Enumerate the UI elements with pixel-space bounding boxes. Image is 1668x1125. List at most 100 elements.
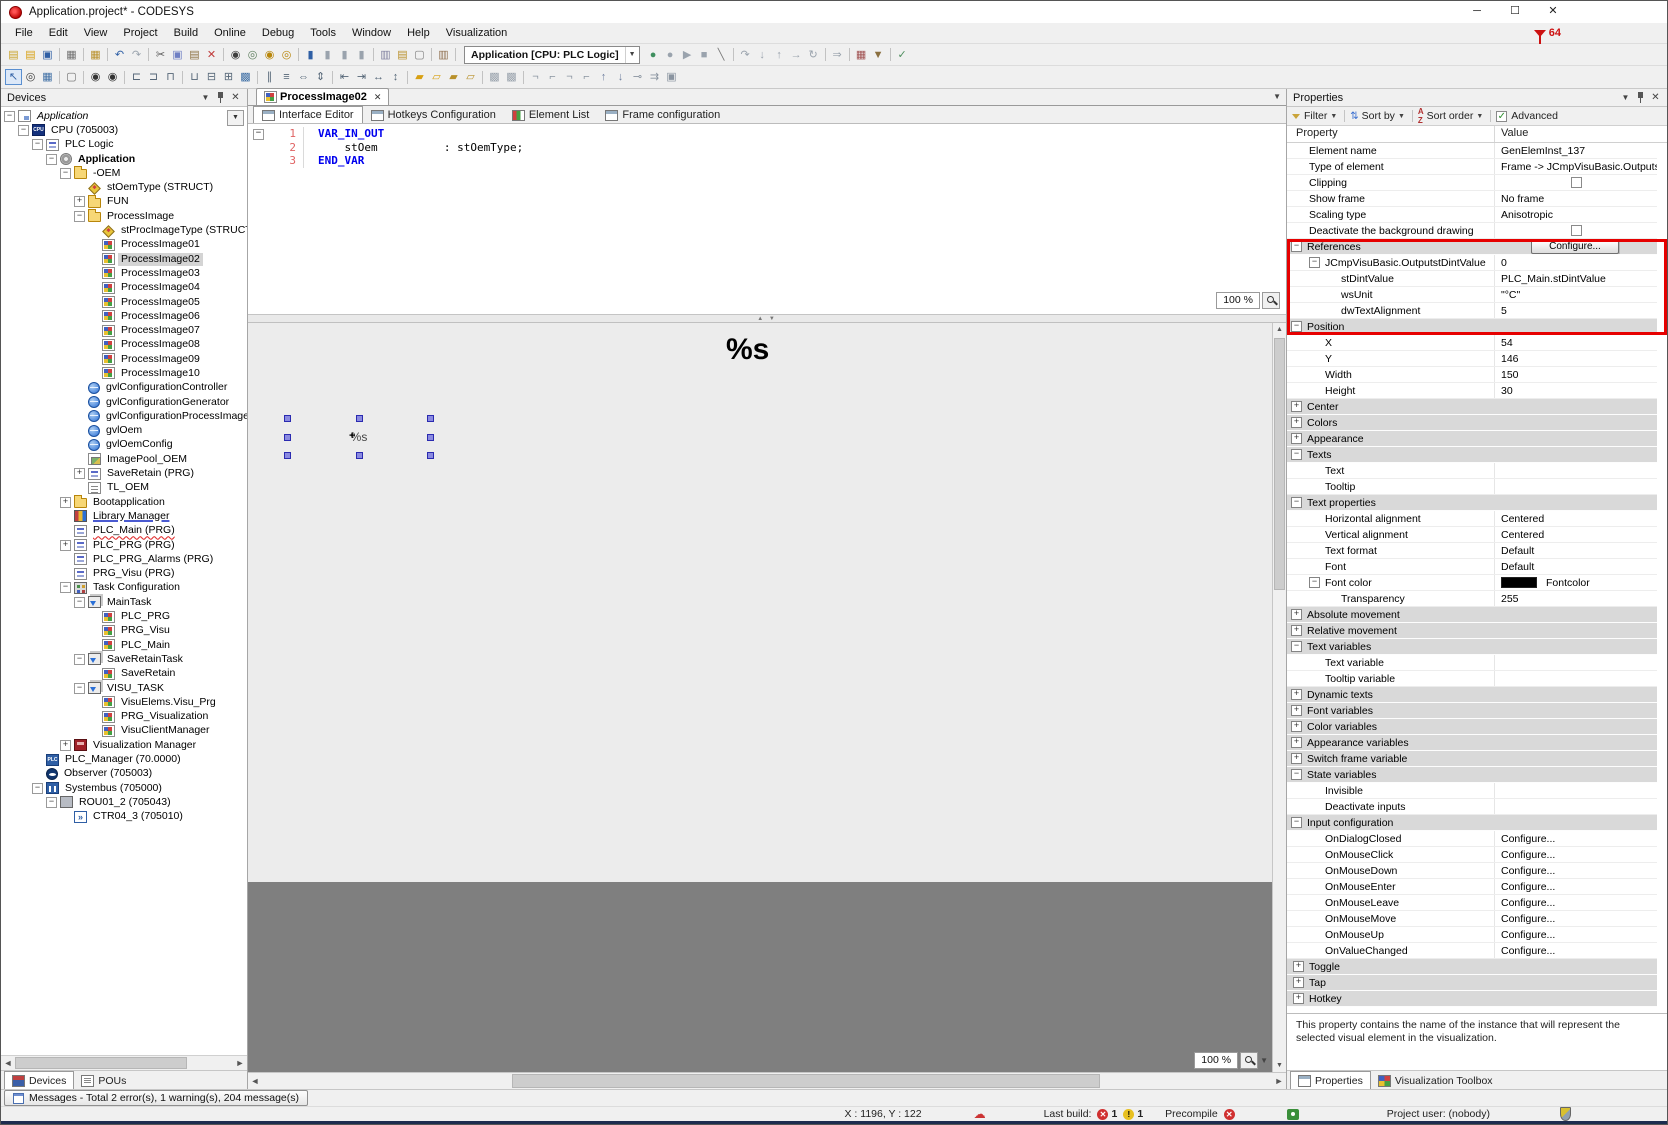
property-value-cell[interactable]: Configure... [1495,927,1657,942]
bookmark-next-icon[interactable]: ▮ [336,47,353,63]
resize-handle-middle-left[interactable] [284,434,291,441]
bookmark-prev-icon[interactable]: ▮ [319,47,336,63]
tree-item-gvloemconfig[interactable]: gvlOemConfig [1,438,247,452]
devices-horizontal-scrollbar[interactable]: ◄ ► [1,1055,247,1070]
property-value-cell[interactable] [1495,639,1657,654]
property-value-cell[interactable] [1495,607,1657,622]
property-row-transparency[interactable]: Transparency255 [1287,591,1657,607]
element-table-icon[interactable]: ▦ [39,69,56,85]
property-value-cell[interactable] [1495,975,1657,990]
code-fold-toggle[interactable]: − [253,129,264,140]
expand-toggle-icon[interactable]: + [1291,625,1302,636]
tree-item-processimage05[interactable]: ProcessImage05 [1,295,247,309]
property-row-width[interactable]: Width150 [1287,367,1657,383]
size-height-icon[interactable]: ↕ [387,69,404,85]
tree-item-imagepool-oem[interactable]: ImagePool_OEM [1,452,247,466]
property-row-y[interactable]: Y146 [1287,351,1657,367]
filter-funnel-icon[interactable] [1534,30,1546,37]
print-icon[interactable]: ▦ [63,47,80,63]
align-middle-icon[interactable]: ⊞ [220,69,237,85]
step-over-icon[interactable]: ↷ [737,47,754,63]
scroll-up-icon[interactable]: ▲ [1273,323,1286,336]
expand-toggle-icon[interactable]: − [74,597,85,608]
filter-button[interactable]: Filter ▼ [1292,110,1337,122]
flow-control-icon[interactable]: ⇒ [829,47,846,63]
menu-help[interactable]: Help [399,23,438,43]
property-value-cell[interactable]: 146 [1495,351,1657,366]
chevron-down-icon[interactable]: ▼ [625,47,639,63]
tree-item-oem[interactable]: −-OEM [1,166,247,180]
checkbox-unchecked[interactable] [1571,225,1582,236]
tab-hotkeys-configuration[interactable]: Hotkeys Configuration [363,107,504,123]
expand-toggle-icon[interactable]: + [74,468,85,479]
property-row-onmouseup[interactable]: OnMouseUpConfigure... [1287,927,1657,943]
tree-item-gvlconfigurationprocessimage[interactable]: gvlConfigurationProcessImage [1,409,247,423]
scroll-down-icon[interactable]: ▼ [1273,1059,1286,1072]
property-row-wsunit[interactable]: wsUnit"°C" [1287,287,1657,303]
property-row-switch-frame-variable[interactable]: +Switch frame variable [1287,751,1657,767]
magnifier-icon[interactable] [1240,1052,1258,1069]
property-row-center[interactable]: +Center [1287,399,1657,415]
property-row-input-configuration[interactable]: −Input configuration [1287,815,1657,831]
align-left-icon[interactable]: ⊏ [128,69,145,85]
close-button[interactable]: ✕ [1534,1,1572,23]
tree-item-ctr04-3-705010[interactable]: CTR04_3 (705010) [1,810,247,824]
menu-tools[interactable]: Tools [302,23,344,43]
expand-toggle-icon[interactable]: + [1291,401,1302,412]
expand-toggle-icon[interactable]: − [74,211,85,222]
property-row-position[interactable]: −Position [1287,319,1657,335]
property-row-jcmpvisubasic-outputstdintvalue[interactable]: −JCmpVisuBasic.OutputstDintValue0 [1287,255,1657,271]
save-icon[interactable]: ▣ [39,47,56,63]
property-value-cell[interactable]: PLC_Main.stDintValue [1495,271,1657,286]
tree-item-gvlconfigurationcontroller[interactable]: gvlConfigurationController [1,381,247,395]
align-top-icon[interactable]: ⊓ [162,69,179,85]
distribute-vertical-icon[interactable]: ≡ [278,69,295,85]
interface-editor[interactable]: − 1VAR_IN_OUT2 stOem : stOemType;3END_VA… [248,124,1286,315]
scroll-right-icon[interactable]: ► [233,1057,247,1070]
tree-item-application[interactable]: −Application [1,109,247,123]
checkbox-unchecked[interactable] [1571,177,1582,188]
expand-toggle-icon[interactable]: + [60,540,71,551]
property-value-cell[interactable]: Centered [1495,527,1657,542]
property-value-cell[interactable]: Centered [1495,511,1657,526]
property-value-cell[interactable]: 255 [1495,591,1657,606]
property-row-text-variables[interactable]: −Text variables [1287,639,1657,655]
distribute-horizontal-icon[interactable]: ∥ [261,69,278,85]
expand-toggle-icon[interactable]: − [1309,257,1320,268]
expand-toggle-icon[interactable]: + [1291,721,1302,732]
property-row-font[interactable]: FontDefault [1287,559,1657,575]
size-width-icon[interactable]: ↔ [370,69,387,85]
tree-item-visuclientmanager[interactable]: VisuClientManager [1,724,247,738]
tree-item-maintask[interactable]: −MainTask [1,595,247,609]
value-column-header[interactable]: Value [1495,126,1667,142]
tab-frame-configuration[interactable]: Frame configuration [597,107,728,123]
reset-icon[interactable]: ↻ [805,47,822,63]
tree-item-plc-prg[interactable]: PLC_PRG [1,609,247,623]
canvas-vertical-scrollbar[interactable]: ▲ ▼ [1272,323,1286,1072]
expand-toggle-icon[interactable]: − [1291,497,1302,508]
resize-handle-bottom-left[interactable] [284,452,291,459]
send-to-back-icon[interactable]: ▱ [428,69,445,85]
property-value-cell[interactable]: 30 [1495,383,1657,398]
tree-item-processimage10[interactable]: ProcessImage10 [1,366,247,380]
property-row-height[interactable]: Height30 [1287,383,1657,399]
scroll-thumb[interactable] [15,1057,187,1069]
property-value-cell[interactable]: Configure... [1495,943,1657,958]
tab-list-dropdown-icon[interactable]: ▼ [1273,92,1281,101]
tab-properties[interactable]: Properties [1290,1071,1371,1089]
tree-item-stprocimagetype-struct[interactable]: stProcImageType (STRUCT) [1,223,247,237]
property-value-cell[interactable] [1495,495,1657,510]
property-value-cell[interactable] [1495,815,1657,830]
property-row-relative-movement[interactable]: +Relative movement [1287,623,1657,639]
property-value-cell[interactable] [1495,799,1657,814]
expand-toggle-icon[interactable]: − [32,139,43,150]
tree-item-plc-logic[interactable]: −PLC Logic [1,138,247,152]
property-row-text-properties[interactable]: −Text properties [1287,495,1657,511]
property-row-element-name[interactable]: Element nameGenElemInst_137 [1287,143,1657,159]
property-row-font-color[interactable]: −Font colorFontcolor [1287,575,1657,591]
tree-item-plc-main-prg[interactable]: PLC_Main (PRG) [1,524,247,538]
tree-item-systembus-705000[interactable]: −Systembus (705000) [1,781,247,795]
property-value-cell[interactable]: 150 [1495,367,1657,382]
property-row-show-frame[interactable]: Show frameNo frame [1287,191,1657,207]
stop-icon[interactable]: ■ [696,47,713,63]
